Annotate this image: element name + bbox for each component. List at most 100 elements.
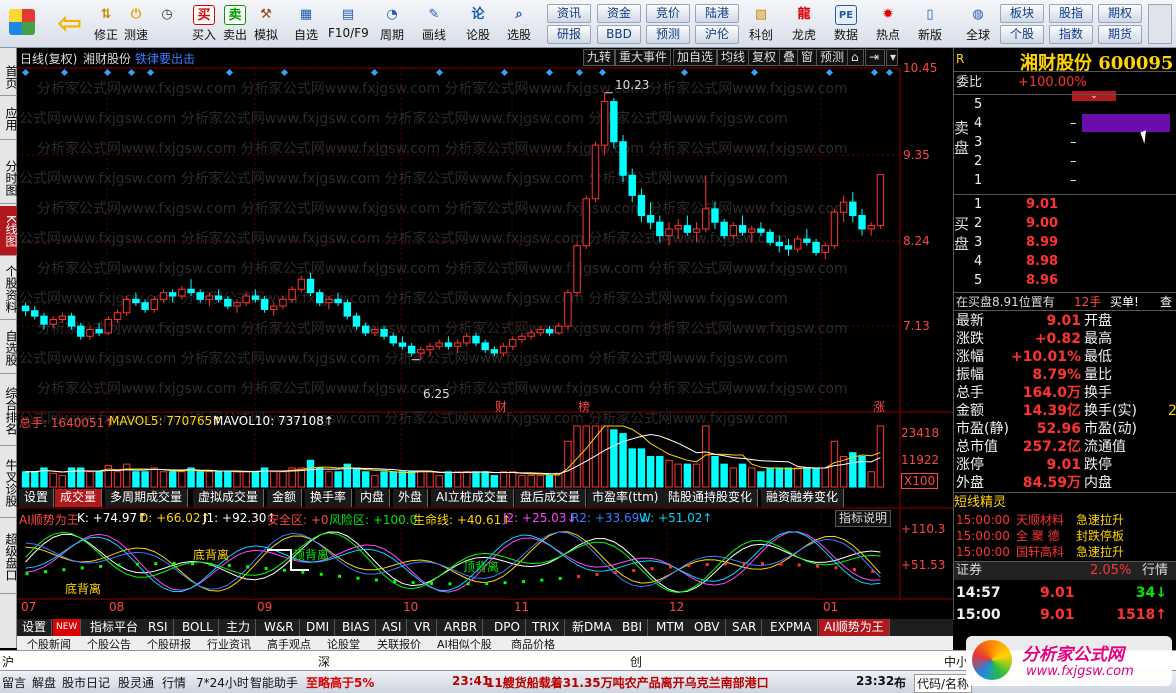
research-button[interactable]: 研报 (547, 25, 591, 44)
tab-super-pankou[interactable]: 超级盘口 (0, 520, 18, 594)
subtab-pe-ttm[interactable]: 市盈率(ttm) (587, 489, 665, 507)
btab-trix[interactable]: TRIX (527, 619, 566, 636)
btab-obv[interactable]: OBV (689, 619, 726, 636)
subtab-multi-volume[interactable]: 多周期成交量 (105, 489, 189, 507)
watchlist-button[interactable]: ▦ 自选 (290, 3, 322, 45)
status-message[interactable]: 留言 (2, 674, 26, 691)
btab-main-force[interactable]: 主力 (221, 619, 257, 636)
btab-arbr[interactable]: ARBR (439, 619, 484, 636)
buy-button[interactable]: 买买入 (188, 3, 220, 45)
btab-bias[interactable]: BIAS (337, 619, 376, 636)
status-quotes[interactable]: 行情 (162, 674, 186, 691)
index-futures-button[interactable]: 股指 (1049, 4, 1093, 23)
global-button[interactable]: ◍ 全球 (960, 3, 996, 45)
windows-button[interactable] (4, 3, 40, 45)
major-events-button[interactable]: 重大事件 (615, 49, 672, 66)
subtab-margin[interactable]: 融资融券变化 (761, 489, 845, 507)
short-row[interactable]: 15:00:00 天顺材料 急速拉升 (954, 512, 1176, 528)
btab-asi[interactable]: ASI (377, 619, 408, 636)
stock-button[interactable]: 个股 (1000, 25, 1044, 44)
select-stock-button[interactable]: ⌕ 选股 (503, 3, 535, 45)
indicator-help-button[interactable]: 指标说明 (835, 510, 892, 527)
overlay-button[interactable]: 叠 (779, 49, 800, 66)
forum-button[interactable]: 论论股 (462, 3, 494, 45)
draw-line-button[interactable]: ✎ 画线 (418, 3, 450, 45)
btab-boll[interactable]: BOLL (177, 619, 219, 636)
event-mark-zhang[interactable]: 涨 (873, 398, 885, 415)
ask-row[interactable]: 1– (954, 172, 1176, 190)
bid-row[interactable]: 1 9.01 (954, 196, 1176, 214)
tab-stock-info[interactable]: 个股资料 (0, 258, 18, 320)
funds-button[interactable]: 资金 (597, 4, 641, 23)
subtab-outer[interactable]: 外盘 (393, 489, 429, 507)
status-promo[interactable]: 至略高于5% (306, 674, 374, 691)
auction-button[interactable]: 竞价 (646, 4, 690, 23)
speed-test-button[interactable]: ⏻ 测速 (120, 3, 152, 45)
kline-chart[interactable]: 分析家公式网www.fxjgsw.com 分析家公式网www.fxjgsw.co… (17, 48, 953, 620)
sector-more[interactable]: 行情 (1142, 562, 1168, 580)
btab-indicator-platform[interactable]: 指标平台 (85, 619, 145, 636)
btab-dmi[interactable]: DMI (301, 619, 336, 636)
tab-kline[interactable]: K线图 (0, 206, 18, 256)
status-assistant[interactable]: 智能助手 (250, 674, 298, 691)
chart-link[interactable]: 铁律要出击 (135, 50, 195, 67)
event-mark-bang[interactable]: 榜 (578, 398, 590, 415)
f10-button[interactable]: ▤ F10/F9 (328, 3, 369, 45)
sell-button[interactable]: 卖卖出 (219, 3, 251, 45)
btab-sar[interactable]: SAR (727, 619, 763, 636)
ask-row[interactable]: 3– (954, 134, 1176, 152)
window-button[interactable]: 窗 (797, 49, 818, 66)
tab-diagnosis[interactable]: 牛叉诊股 (0, 448, 18, 518)
futures-button[interactable]: 期货 (1098, 25, 1142, 44)
subtab-hk-hold[interactable]: 陆股通持股变化 (663, 489, 759, 507)
hk-connect-button[interactable]: 陆港 (695, 4, 739, 23)
market-sz[interactable]: 深 (318, 653, 330, 670)
market-sme[interactable]: 中小 (944, 653, 968, 670)
forecast-button[interactable]: 预测 (646, 25, 690, 44)
market-sh[interactable]: 沪 (2, 653, 14, 670)
news-ticker[interactable]: 11艘货船载着31.35万吨农产品离开乌克兰南部港口 (486, 674, 769, 691)
bid-row[interactable]: 3 8.99 (954, 234, 1176, 252)
btab-ai-trend[interactable]: AI顺势为王 (819, 619, 890, 636)
subtab-inner[interactable]: 内盘 (355, 489, 391, 507)
btab-new-dma[interactable]: 新DMA (567, 619, 618, 636)
subtab-ai-volume[interactable]: AI立桩成交量 (431, 489, 514, 507)
exit-icon[interactable]: ⇥ (865, 49, 885, 66)
tab-home[interactable]: 首页 (0, 58, 18, 96)
kechuang-button[interactable]: ▨ 科创 (745, 3, 777, 45)
bid-row[interactable]: 4 8.98 (954, 253, 1176, 271)
simulate-button[interactable]: ⚒ 模拟 (250, 3, 282, 45)
btab-rsi[interactable]: RSI (143, 619, 174, 636)
predict-button[interactable]: 预测 (816, 49, 849, 66)
short-row[interactable]: 15:00:00 全 聚 德 封跌停板 (954, 528, 1176, 544)
index-button[interactable]: 指数 (1049, 25, 1093, 44)
status-analysis[interactable]: 解盘 (32, 674, 56, 691)
clock-button[interactable]: ◷ (151, 3, 183, 45)
sector-row[interactable]: 证券 2.05% 行情 (954, 562, 1176, 580)
bid-row[interactable]: 2 9.00 (954, 215, 1176, 233)
add-watchlist-button[interactable]: 加自选 (673, 49, 718, 66)
dropdown-icon[interactable]: ▾ (886, 49, 898, 66)
adjust-button[interactable]: 复权 (748, 49, 781, 66)
status-diary[interactable]: 股市日记 (62, 674, 110, 691)
back-button[interactable]: ⇦ (50, 3, 86, 45)
market-cy[interactable]: 创 (630, 653, 642, 670)
tab-ranking[interactable]: 综合排名 (0, 376, 18, 446)
status-247[interactable]: 7*24小时 (196, 674, 249, 691)
shanghai-london-button[interactable]: 沪伦 (695, 25, 739, 44)
nine-turn-button[interactable]: 九转 (583, 49, 616, 66)
sector-button[interactable]: 板块 (1000, 4, 1044, 23)
subtab-after-volume[interactable]: 盘后成交量 (515, 489, 587, 507)
toolbar-scroll[interactable] (1148, 4, 1172, 44)
subtab-virtual-volume[interactable]: 虚拟成交量 (193, 489, 265, 507)
correct-button[interactable]: ⇅ 修正 (90, 3, 122, 45)
tab-intraday[interactable]: 分时图 (0, 152, 18, 204)
longhu-button[interactable]: 龍龙虎 (788, 3, 820, 45)
event-mark-cai[interactable]: 财 (495, 398, 507, 415)
subtab-settings[interactable]: 设置 (19, 489, 55, 507)
btab-dpo[interactable]: DPO (489, 619, 526, 636)
btab-expma[interactable]: EXPMA (765, 619, 818, 636)
bid-row[interactable]: 5 8.96 (954, 272, 1176, 290)
hot-button[interactable]: ✹ 热点 (872, 3, 904, 45)
subtab-turnover[interactable]: 换手率 (305, 489, 353, 507)
